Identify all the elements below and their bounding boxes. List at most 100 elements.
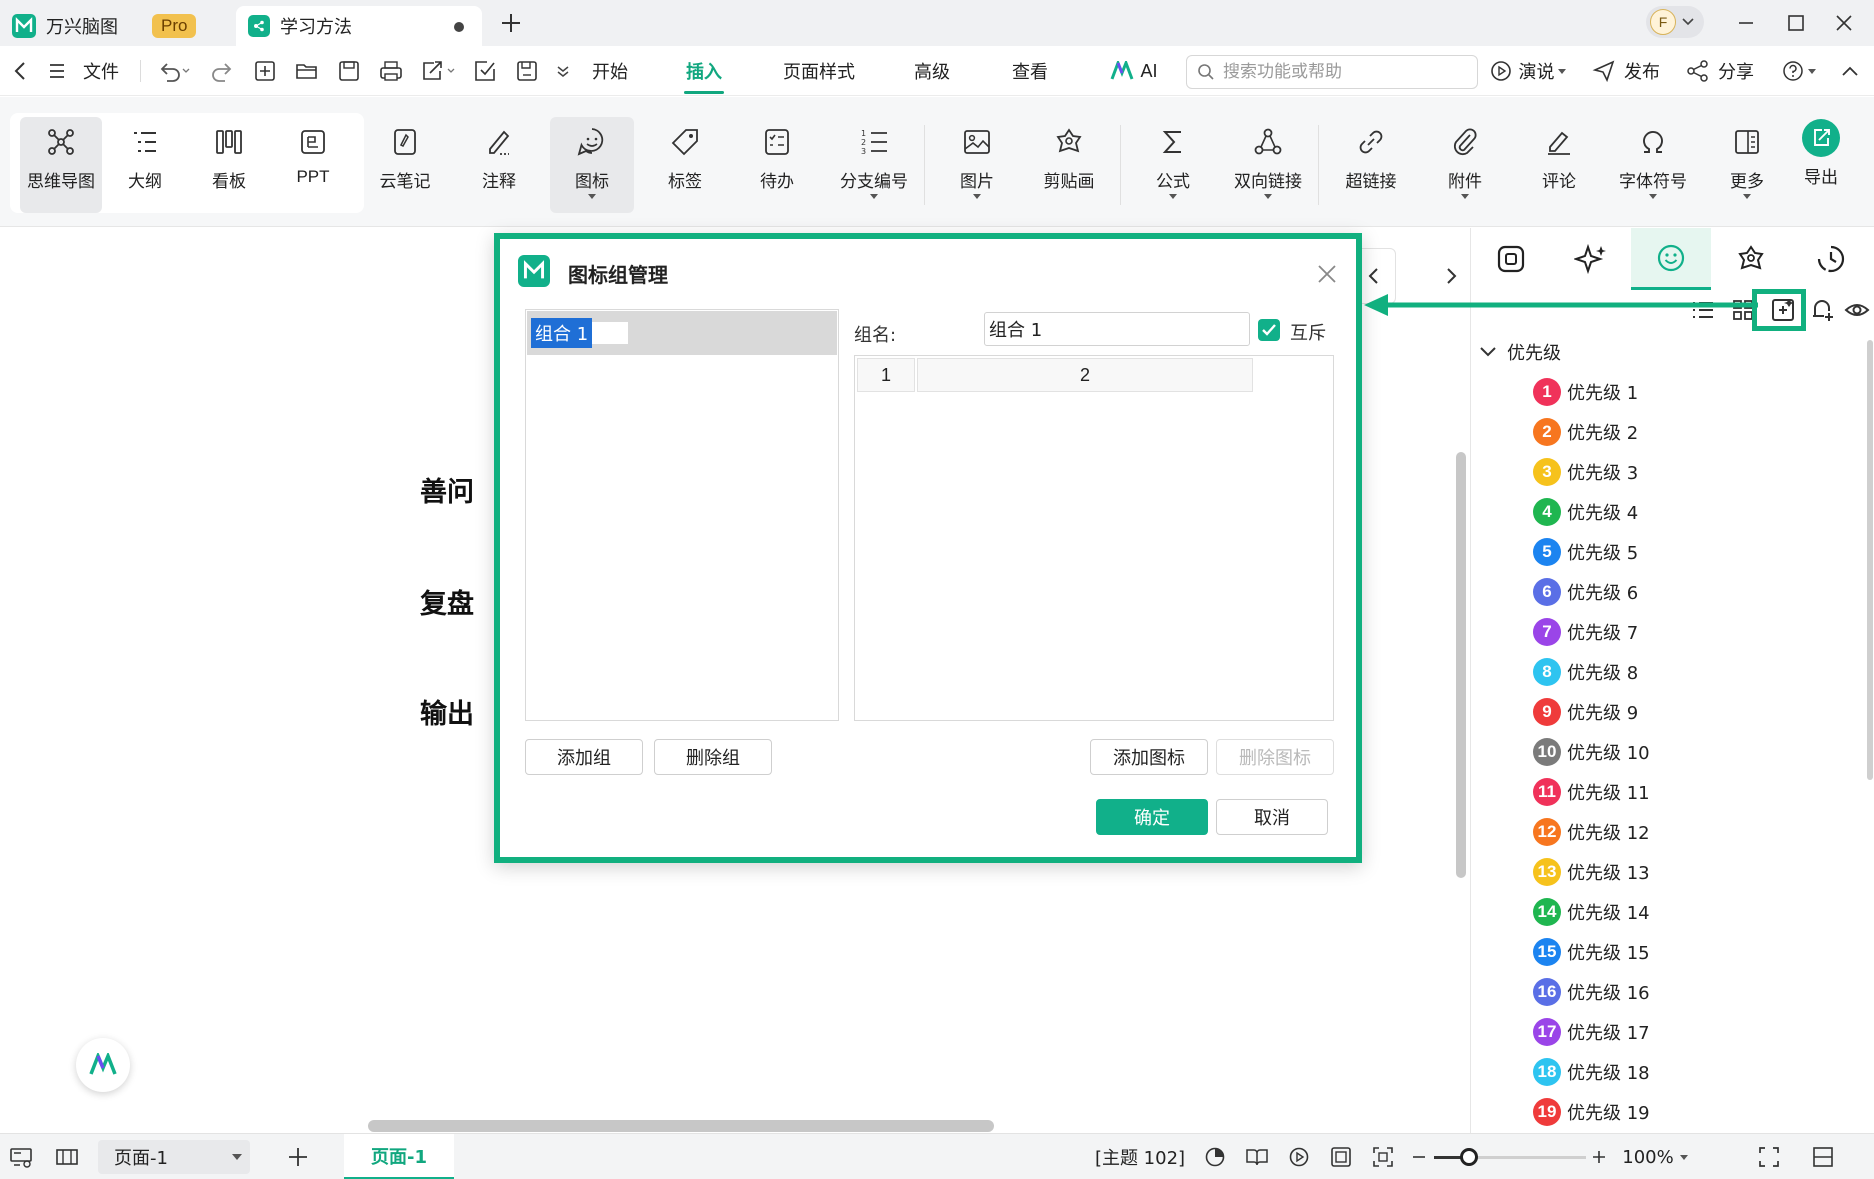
fit-screen-icon[interactable] bbox=[1366, 1134, 1400, 1179]
panel-tab-clipart[interactable] bbox=[1711, 228, 1791, 290]
mindmap-view-button[interactable]: 思维导图 bbox=[20, 117, 102, 213]
save-icon[interactable] bbox=[332, 46, 366, 96]
horizontal-scrollbar[interactable] bbox=[368, 1120, 994, 1132]
search-input[interactable] bbox=[1223, 62, 1463, 82]
cancel-button[interactable]: 取消 bbox=[1216, 799, 1328, 835]
group-name-edit-field[interactable] bbox=[592, 322, 629, 344]
tab-page-style[interactable]: 页面样式 bbox=[772, 46, 866, 96]
hyperlink-button[interactable]: 超链接 bbox=[1332, 117, 1410, 213]
group-list-item[interactable]: 组合 1 bbox=[527, 311, 837, 355]
attachment-button[interactable]: 附件 bbox=[1426, 117, 1504, 213]
unsaved-dot-icon[interactable] bbox=[454, 22, 464, 32]
branch-numbering-button[interactable]: 123 分支编号 bbox=[830, 117, 918, 213]
close-window-button[interactable] bbox=[1826, 8, 1862, 38]
group-name-editing[interactable]: 组合 1 bbox=[531, 318, 593, 348]
priority-item[interactable]: 2 优先级 2 bbox=[1533, 412, 1638, 452]
sidebar-toggle-icon[interactable] bbox=[50, 1134, 84, 1179]
topic-node[interactable]: 善问 bbox=[420, 470, 474, 509]
ai-button[interactable]: AI bbox=[1104, 46, 1164, 96]
visibility-eye-icon[interactable] bbox=[1839, 292, 1874, 328]
file-menu[interactable]: 文件 bbox=[76, 46, 126, 96]
fullscreen-icon[interactable] bbox=[1752, 1134, 1786, 1179]
zoom-slider-knob[interactable] bbox=[1459, 1148, 1478, 1166]
hamburger-menu-icon[interactable] bbox=[44, 46, 70, 96]
ai-assistant-button[interactable] bbox=[76, 1038, 130, 1092]
panel-tab-style[interactable] bbox=[1471, 228, 1551, 290]
redo-icon[interactable] bbox=[206, 46, 240, 96]
more-button[interactable]: 更多 bbox=[1708, 117, 1786, 213]
priority-item[interactable]: 9 优先级 9 bbox=[1533, 692, 1638, 732]
add-icon-bell-icon[interactable] bbox=[1805, 292, 1841, 328]
priority-item[interactable]: 10 优先级 10 bbox=[1533, 732, 1650, 772]
panel-tab-history[interactable] bbox=[1791, 228, 1871, 290]
add-group-button[interactable]: 添加组 bbox=[525, 739, 643, 775]
panel-scrollbar[interactable] bbox=[1867, 340, 1873, 780]
mutex-checkbox[interactable] bbox=[1258, 319, 1280, 341]
book-icon[interactable] bbox=[1240, 1134, 1274, 1179]
share-button[interactable]: 分享 bbox=[1680, 46, 1760, 96]
theme-icon[interactable] bbox=[1198, 1134, 1232, 1179]
export-button[interactable]: 导出 bbox=[1782, 111, 1860, 207]
export-file-icon[interactable] bbox=[416, 46, 460, 96]
app-home-tab[interactable]: 万兴脑图 Pro bbox=[12, 6, 234, 46]
publish-button[interactable]: 发布 bbox=[1586, 46, 1666, 96]
back-icon[interactable] bbox=[6, 46, 36, 96]
priority-item[interactable]: 13 优先级 13 bbox=[1533, 852, 1650, 892]
delete-group-button[interactable]: 删除组 bbox=[654, 739, 772, 775]
close-icon[interactable] bbox=[1316, 263, 1338, 285]
priority-item[interactable]: 11 优先级 11 bbox=[1533, 772, 1650, 812]
tab-view[interactable]: 查看 bbox=[1000, 46, 1060, 96]
priority-item[interactable]: 7 优先级 7 bbox=[1533, 612, 1638, 652]
clipart-button[interactable]: 剪贴画 bbox=[1030, 117, 1108, 213]
priority-item[interactable]: 15 优先级 15 bbox=[1533, 932, 1650, 972]
tab-start[interactable]: 开始 bbox=[580, 46, 640, 96]
priority-item[interactable]: 1 优先级 1 bbox=[1533, 372, 1638, 412]
tab-advanced[interactable]: 高级 bbox=[900, 46, 964, 96]
cloud-note-button[interactable]: 云笔记 bbox=[366, 117, 444, 213]
minimize-button[interactable] bbox=[1728, 8, 1764, 38]
page-selector[interactable]: 页面-1 bbox=[98, 1140, 250, 1174]
font-symbol-button[interactable]: 字体符号 bbox=[1608, 117, 1698, 213]
priority-item[interactable]: 16 优先级 16 bbox=[1533, 972, 1650, 1012]
check-square-icon[interactable] bbox=[468, 46, 502, 96]
tab-insert[interactable]: 插入 bbox=[672, 46, 736, 96]
table-column-header[interactable]: 1 bbox=[857, 358, 915, 392]
new-file-icon[interactable] bbox=[248, 46, 282, 96]
priority-group-header[interactable]: 优先级 bbox=[1479, 332, 1561, 372]
comment-button[interactable]: 评论 bbox=[1520, 117, 1598, 213]
user-avatar[interactable]: F bbox=[1646, 6, 1704, 38]
priority-item[interactable]: 8 优先级 8 bbox=[1533, 652, 1638, 692]
help-button[interactable] bbox=[1776, 46, 1820, 96]
search-box[interactable] bbox=[1186, 55, 1478, 89]
bidirectional-link-button[interactable]: 双向链接 bbox=[1224, 117, 1312, 213]
collapse-ribbon-icon[interactable] bbox=[1834, 46, 1866, 96]
priority-item[interactable]: 18 优先级 18 bbox=[1533, 1052, 1650, 1092]
image-button[interactable]: 图片 bbox=[938, 117, 1016, 213]
annotation-button[interactable]: 注释 bbox=[460, 117, 538, 213]
ok-button[interactable]: 确定 bbox=[1096, 799, 1208, 835]
delete-icon-button[interactable]: 删除图标 bbox=[1216, 739, 1334, 775]
group-name-input[interactable] bbox=[984, 312, 1250, 346]
open-folder-icon[interactable] bbox=[290, 46, 324, 96]
print-icon[interactable] bbox=[374, 46, 408, 96]
todo-button[interactable]: 待办 bbox=[738, 117, 816, 213]
panel-tab-icons[interactable] bbox=[1631, 228, 1711, 290]
new-tab-plus-icon[interactable] bbox=[496, 8, 526, 38]
maximize-button[interactable] bbox=[1778, 8, 1814, 38]
tag-button[interactable]: 标签 bbox=[646, 117, 724, 213]
table-column-header[interactable]: 2 bbox=[917, 358, 1253, 392]
pro-badge[interactable]: Pro bbox=[152, 14, 197, 38]
topic-node[interactable]: 输出 bbox=[420, 692, 474, 731]
priority-item[interactable]: 3 优先级 3 bbox=[1533, 452, 1638, 492]
priority-item[interactable]: 12 优先级 12 bbox=[1533, 812, 1650, 852]
document-tab[interactable]: 学习方法 bbox=[236, 6, 482, 46]
save-as-icon[interactable] bbox=[510, 46, 544, 96]
present-button[interactable]: 演说 bbox=[1484, 46, 1570, 96]
page-tab[interactable]: 页面-1 bbox=[344, 1134, 454, 1179]
priority-item[interactable]: 19 优先级 19 bbox=[1533, 1092, 1650, 1132]
priority-item[interactable]: 14 优先级 14 bbox=[1533, 892, 1650, 932]
priority-item[interactable]: 17 优先级 17 bbox=[1533, 1012, 1650, 1052]
priority-item[interactable]: 4 优先级 4 bbox=[1533, 492, 1638, 532]
zoom-level[interactable]: 100% bbox=[1614, 1134, 1696, 1179]
vertical-scrollbar[interactable] bbox=[1456, 452, 1466, 878]
